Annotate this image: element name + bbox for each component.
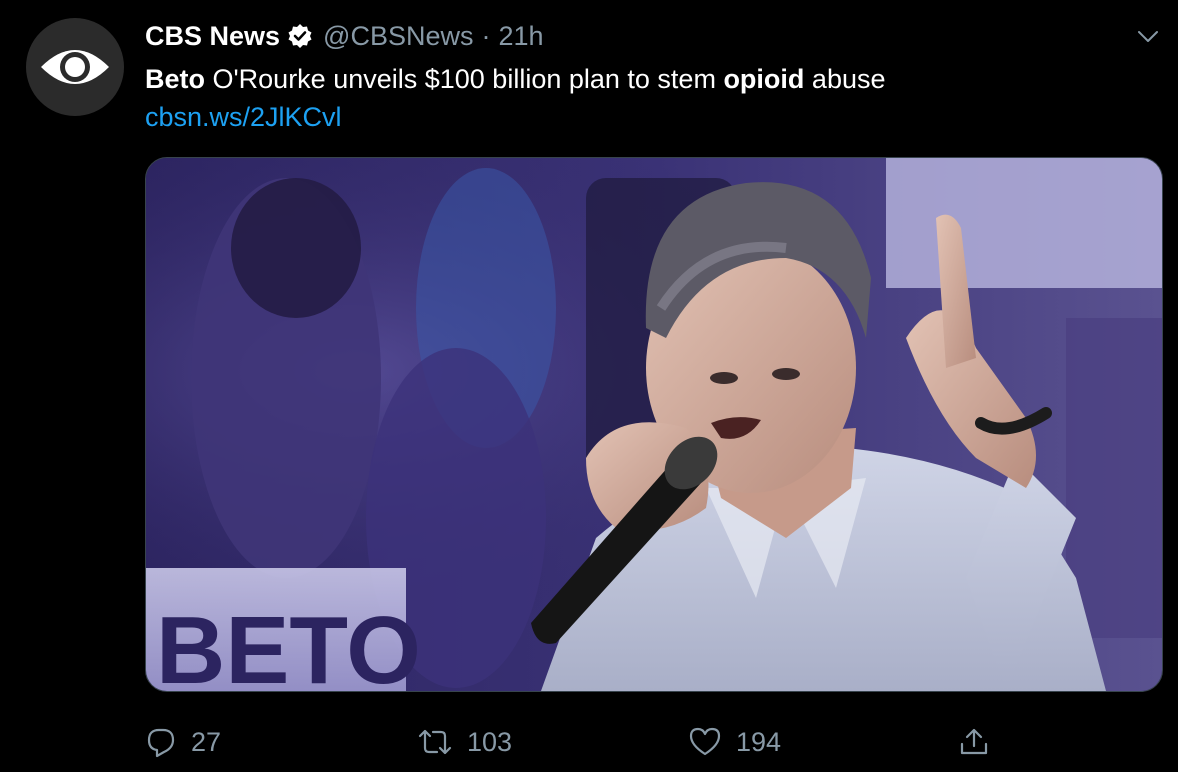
verified-badge-icon xyxy=(287,23,313,49)
reply-button[interactable]: 27 xyxy=(145,720,221,764)
timestamp[interactable]: 21h xyxy=(499,21,544,52)
reply-count: 27 xyxy=(191,726,222,757)
tweet-header: CBS News @CBSNews · 21h xyxy=(145,19,544,53)
share-icon xyxy=(960,728,988,755)
like-button[interactable]: 194 xyxy=(688,720,781,764)
tweet-text-bold-opioid: opioid xyxy=(723,64,805,94)
tweet-text-bold-beto: Beto xyxy=(145,64,205,94)
retweet-button[interactable]: 103 xyxy=(417,720,512,764)
display-name[interactable]: CBS News xyxy=(145,21,280,52)
tweet-link[interactable]: cbsn.ws/2JlKCvl xyxy=(145,100,342,134)
media-sign-text: BETO xyxy=(156,597,421,691)
tweet-media-photo[interactable]: BETO xyxy=(145,157,1163,692)
share-button[interactable] xyxy=(958,720,990,764)
reply-icon xyxy=(147,728,175,758)
cbs-eye-logo[interactable] xyxy=(26,18,124,116)
separator: · xyxy=(481,20,491,51)
chevron-down-icon[interactable] xyxy=(1136,24,1160,48)
tweet-text-end: abuse xyxy=(804,64,886,94)
tweet-text-middle: O'Rourke unveils $100 billion plan to st… xyxy=(205,64,724,94)
tweet-text: Beto O'Rourke unveils $100 billion plan … xyxy=(145,62,886,96)
handle[interactable]: @CBSNews xyxy=(323,21,473,52)
retweet-icon xyxy=(418,729,452,755)
heart-icon xyxy=(689,727,721,756)
retweet-count: 103 xyxy=(467,726,513,757)
like-count: 194 xyxy=(736,726,782,757)
tweet-actions: 27 103 194 xyxy=(145,720,1005,764)
